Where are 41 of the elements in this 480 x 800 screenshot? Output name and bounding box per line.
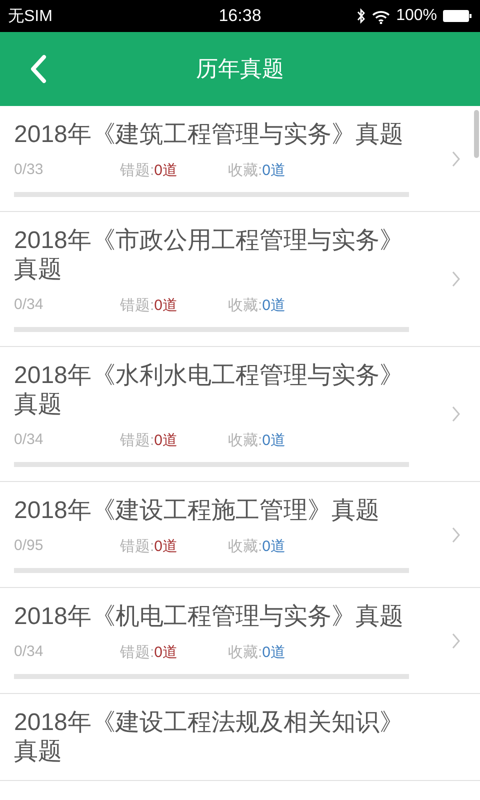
chevron-icon <box>451 526 461 544</box>
exam-title: 2018年《建设工程施工管理》真题 <box>14 496 380 525</box>
back-icon <box>28 54 48 84</box>
page-title: 历年真题 <box>196 55 284 83</box>
exam-title: 2018年《建筑工程管理与实务》真题 <box>14 120 404 149</box>
wrong-count: 错题:0道 <box>120 161 179 180</box>
progress-count: 0/34 <box>14 643 44 662</box>
exam-title: 2018年《市政公用工程管理与实务》真题 <box>14 226 404 284</box>
chevron-icon <box>451 405 461 423</box>
favorite-count: 收藏:0道 <box>228 161 287 180</box>
exam-item[interactable]: 2018年《建筑工程管理与实务》真题 0/33 错题:0道 收藏:0道 <box>0 106 480 212</box>
exam-item[interactable]: 2018年《市政公用工程管理与实务》真题 0/34 错题:0道 收藏:0道 <box>0 212 480 347</box>
exam-item[interactable]: 2018年《建设工程施工管理》真题 0/95 错题:0道 收藏:0道 <box>0 482 480 588</box>
exam-title: 2018年《水利水电工程管理与实务》真题 <box>14 361 404 419</box>
progress-count: 0/34 <box>14 431 44 450</box>
exam-item[interactable]: 2018年《建设工程法规及相关知识》真题 <box>0 694 480 781</box>
progress-count: 0/34 <box>14 296 44 315</box>
clock: 16:38 <box>218 6 262 26</box>
wrong-count: 错题:0道 <box>120 431 179 450</box>
favorite-count: 收藏:0道 <box>228 431 287 450</box>
favorite-count: 收藏:0道 <box>228 537 287 556</box>
battery-percent: 100% <box>396 7 437 25</box>
exam-item[interactable]: 2018年《机电工程管理与实务》真题 0/34 错题:0道 收藏:0道 <box>0 588 480 694</box>
bluetooth-icon <box>356 8 366 24</box>
progress-count: 0/95 <box>14 537 44 556</box>
battery-icon <box>442 8 472 24</box>
wrong-count: 错题:0道 <box>120 537 179 556</box>
favorite-count: 收藏:0道 <box>228 643 287 662</box>
wrong-count: 错题:0道 <box>120 643 179 662</box>
exam-item[interactable]: 2018年《水利水电工程管理与实务》真题 0/34 错题:0道 收藏:0道 <box>0 347 480 482</box>
progress-count: 0/33 <box>14 161 44 180</box>
chevron-icon <box>451 270 461 288</box>
chevron-icon <box>451 632 461 650</box>
favorite-count: 收藏:0道 <box>228 296 287 315</box>
exam-title: 2018年《建设工程法规及相关知识》真题 <box>14 708 404 766</box>
chevron-icon <box>451 150 461 168</box>
wifi-icon <box>371 8 392 24</box>
scrollbar <box>474 110 479 158</box>
carrier-label: 无SIM <box>8 6 52 26</box>
wrong-count: 错题:0道 <box>120 296 179 315</box>
exam-title: 2018年《机电工程管理与实务》真题 <box>14 602 404 631</box>
